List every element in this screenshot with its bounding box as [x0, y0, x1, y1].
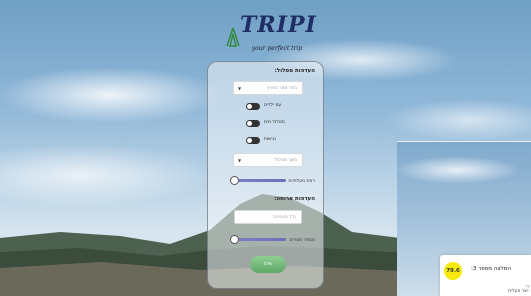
distance-label: מספר מטרים — [289, 238, 315, 243]
recommendation-subtitle: אָר — [525, 283, 530, 288]
submit-button[interactable]: שלח — [250, 256, 286, 273]
duration-select-value: משך מסלול — [274, 158, 297, 163]
slider-thumb[interactable] — [230, 235, 239, 244]
recommendation-title: המלצה מספר 3: — [471, 266, 512, 272]
recommendation-detail: ישר מעלית — [508, 289, 529, 294]
toggle-switch[interactable] — [246, 137, 260, 144]
tent-icon — [226, 27, 240, 47]
toggle-knob — [247, 104, 252, 109]
score-badge: 79.6 — [444, 262, 462, 280]
toggle-switch[interactable] — [246, 120, 260, 127]
toggle-knob — [247, 121, 252, 126]
slider-track — [233, 179, 286, 182]
brand-logo[interactable]: TRIPI your perfect trip — [222, 8, 316, 52]
distance-slider[interactable] — [230, 235, 286, 245]
trip-preferences-form: העדפות מסלול: ▼ בחר אזור בארץ עם ילדים מ… — [207, 61, 324, 289]
toggle-switch[interactable] — [246, 103, 260, 110]
family-size-input[interactable]: גדל משפחה — [234, 210, 302, 224]
toggle-label: עם ילדים — [264, 103, 282, 108]
difficulty-label: רמת מעלתיות — [288, 179, 315, 184]
chevron-down-icon: ▼ — [238, 158, 242, 163]
route-prefs-title: העדפות מסלול: — [274, 68, 315, 74]
toggle-label: מסלול מים — [264, 120, 285, 125]
duration-select[interactable]: ▼ משך מסלול — [233, 153, 303, 167]
accommodation-title: העדפות ארוחה: — [274, 196, 315, 202]
toggle-with-kids[interactable]: עם ילדים — [246, 102, 296, 112]
brand-name: TRIPI — [240, 12, 317, 38]
difficulty-slider[interactable] — [230, 176, 286, 186]
toggle-water-route[interactable]: מסלול מים — [246, 119, 296, 129]
toggle-label: נגישות — [264, 137, 277, 142]
region-select-value: בחר אזור בארץ — [267, 86, 297, 91]
region-select[interactable]: ▼ בחר אזור בארץ — [233, 81, 303, 95]
slider-thumb[interactable] — [230, 176, 239, 185]
family-size-placeholder: גדל משפחה — [272, 215, 296, 220]
slider-track — [233, 238, 286, 241]
brand-tagline: your perfect trip — [251, 45, 303, 52]
toggle-accessibility[interactable]: נגישות — [246, 136, 296, 146]
toggle-knob — [247, 138, 252, 143]
chevron-down-icon: ▼ — [238, 86, 242, 91]
